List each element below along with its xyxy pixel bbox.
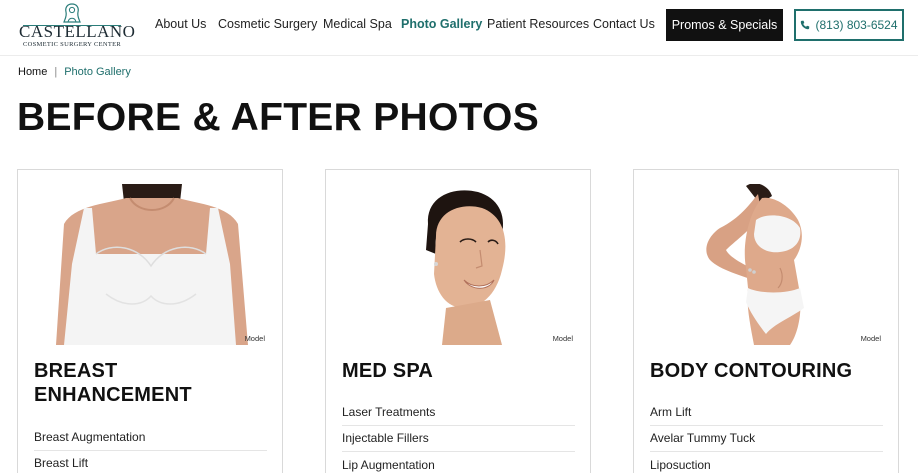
gallery-card-breast-enhancement[interactable]: Model BREAST ENHANCEMENT Breast Augmenta…	[17, 169, 283, 473]
brand-tagline: COSMETIC SURGERY CENTER	[22, 41, 122, 48]
page-title: BEFORE & AFTER PHOTOS	[17, 96, 540, 139]
link-arm-lift[interactable]: Arm Lift	[650, 399, 883, 426]
link-breast-lift[interactable]: Breast Lift	[34, 451, 267, 473]
brand-name: CASTELLANO	[19, 22, 136, 41]
card-title[interactable]: BODY CONTOURING	[650, 359, 890, 383]
link-avelar-tummy-tuck[interactable]: Avelar Tummy Tuck	[650, 426, 883, 452]
brand-logo[interactable]: CASTELLANO COSMETIC SURGERY CENTER	[19, 2, 136, 50]
body-model-photo	[650, 184, 883, 345]
card-image[interactable]: Model	[342, 184, 575, 345]
breast-model-photo	[34, 184, 267, 345]
nav-photo-gallery[interactable]: Photo Gallery	[401, 17, 482, 35]
nav-medical-spa[interactable]: Medical Spa	[323, 17, 392, 35]
model-label: Model	[244, 334, 265, 343]
model-label: Model	[860, 334, 881, 343]
phone-icon	[801, 20, 810, 30]
nav-cosmetic-surgery[interactable]: Cosmetic Surgery	[218, 17, 317, 35]
card-link-list: Arm Lift Avelar Tummy Tuck Liposuction	[650, 399, 883, 473]
site-header: CASTELLANO COSMETIC SURGERY CENTER About…	[0, 0, 918, 56]
gallery-card-med-spa[interactable]: Model MED SPA Laser Treatments Injectabl…	[325, 169, 591, 473]
gallery-card-body-contouring[interactable]: Model BODY CONTOURING Arm Lift Avelar Tu…	[633, 169, 899, 473]
link-breast-augmentation[interactable]: Breast Augmentation	[34, 424, 267, 451]
phone-number: (813) 803-6524	[815, 18, 898, 32]
card-image[interactable]: Model	[34, 184, 267, 345]
breadcrumb: Home | Photo Gallery	[18, 66, 131, 78]
card-link-list: Breast Augmentation Breast Lift	[34, 424, 267, 473]
nav-patient-resources[interactable]: Patient Resources	[487, 17, 589, 35]
model-label: Model	[552, 334, 573, 343]
phone-button[interactable]: (813) 803-6524	[794, 9, 904, 41]
breadcrumb-separator: |	[54, 66, 58, 78]
card-title[interactable]: BREAST ENHANCEMENT	[34, 359, 274, 407]
card-title[interactable]: MED SPA	[342, 359, 582, 383]
link-laser-treatments[interactable]: Laser Treatments	[342, 399, 575, 426]
link-liposuction[interactable]: Liposuction	[650, 452, 883, 473]
card-image[interactable]: Model	[650, 184, 883, 345]
promos-specials-button[interactable]: Promos & Specials	[666, 9, 783, 41]
breadcrumb-home[interactable]: Home	[18, 66, 47, 78]
nav-about-us[interactable]: About Us	[155, 17, 206, 35]
nav-contact-us[interactable]: Contact Us	[593, 17, 655, 35]
breadcrumb-current: Photo Gallery	[64, 66, 131, 78]
link-lip-augmentation[interactable]: Lip Augmentation	[342, 452, 575, 473]
card-link-list: Laser Treatments Injectable Fillers Lip …	[342, 399, 575, 473]
logo-mark-icon	[63, 3, 81, 23]
link-injectable-fillers[interactable]: Injectable Fillers	[342, 426, 575, 452]
med-spa-model-photo	[342, 184, 575, 345]
